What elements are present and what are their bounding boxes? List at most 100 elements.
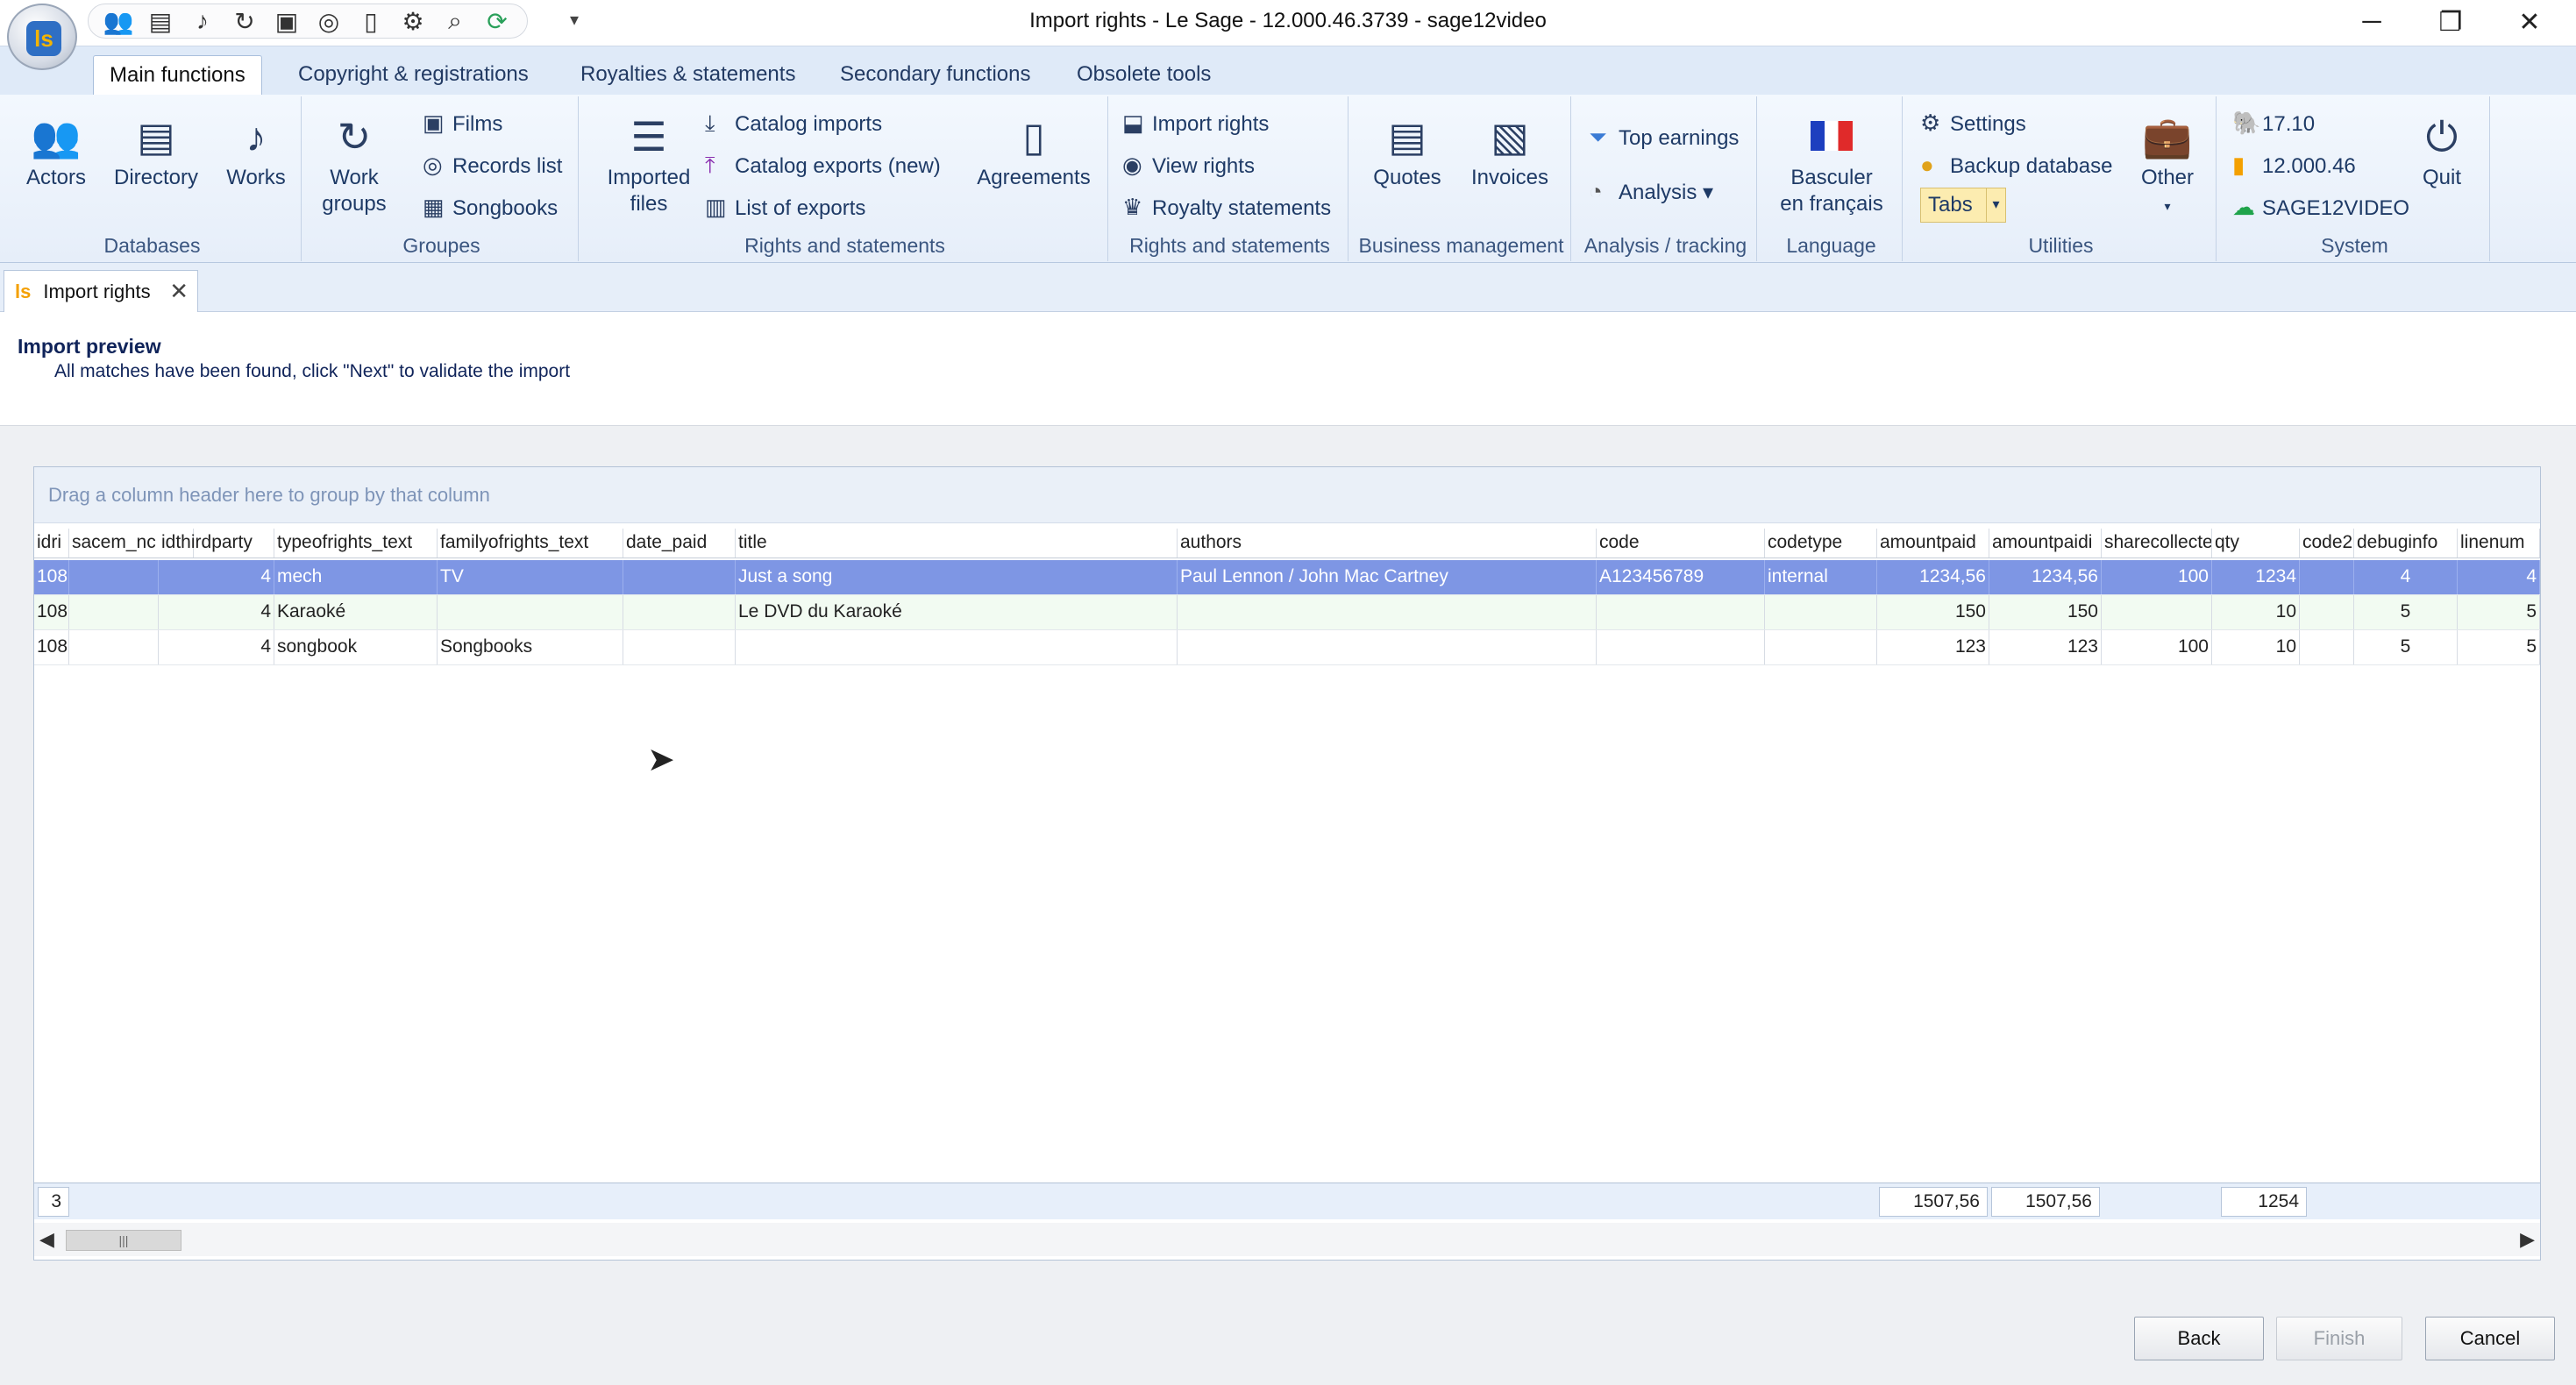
- group-business-management: ▤ Quotes ▧ Invoices Business management: [1352, 96, 1571, 261]
- settings-icon[interactable]: ⚙: [394, 5, 432, 37]
- tab-obsolete-tools[interactable]: Obsolete tools: [1061, 55, 1227, 96]
- column-header[interactable]: amountpaidi: [1989, 529, 2102, 558]
- back-button[interactable]: Back: [2134, 1317, 2264, 1360]
- app-version: ▮ 12.000.46: [2232, 147, 2356, 182]
- column-header[interactable]: title: [736, 529, 1178, 558]
- analysis-dropdown[interactable]: ◔ Analysis ▾: [1589, 174, 1713, 209]
- tab-import-rights[interactable]: ls Import rights ✕: [4, 270, 198, 312]
- top-earnings-button[interactable]: ⏷ Top earnings: [1589, 119, 1739, 154]
- crown-icon: ♛: [1122, 194, 1143, 220]
- group-by-panel[interactable]: Drag a column header here to group by th…: [34, 467, 2540, 523]
- tab-main-functions[interactable]: Main functions: [93, 55, 262, 96]
- table-cell: Le DVD du Karaoké: [736, 595, 1178, 629]
- scroll-left-icon[interactable]: ◀: [39, 1228, 54, 1251]
- content-area: Drag a column header here to group by th…: [0, 426, 2576, 1385]
- close-icon[interactable]: ✕: [169, 278, 189, 305]
- table-row[interactable]: 108 4 mech TV Just a song Paul Lennon / …: [34, 560, 2540, 595]
- column-header[interactable]: familyofrights_text: [438, 529, 623, 558]
- agreements-icon[interactable]: ▯: [352, 5, 390, 37]
- agreements-button[interactable]: ▯ Agreements: [968, 112, 1099, 191]
- title-bar: Import rights - Le Sage - 12.000.46.3739…: [0, 0, 2576, 46]
- films-button[interactable]: ▣ Films: [423, 105, 502, 140]
- column-header[interactable]: sharecollecte: [2102, 529, 2212, 558]
- chevron-down-icon: ▾: [1986, 188, 2005, 222]
- table-cell: 150: [1877, 595, 1989, 629]
- tab-secondary-functions[interactable]: Secondary functions: [824, 55, 1046, 96]
- column-header[interactable]: codetype: [1765, 529, 1877, 558]
- column-header[interactable]: linenum: [2458, 529, 2540, 558]
- funnel-icon: ⏷: [1589, 124, 1607, 150]
- catalog-exports-button[interactable]: ⤒ Catalog exports (new): [705, 147, 941, 182]
- actors-icon[interactable]: 👥: [99, 5, 138, 37]
- column-header[interactable]: authors: [1178, 529, 1597, 558]
- import-rights-button[interactable]: ⬓ Import rights: [1122, 105, 1269, 140]
- table-cell: 10: [2212, 595, 2300, 629]
- table-cell: 1234,56: [1877, 560, 1989, 594]
- table-cell: TV: [438, 560, 623, 594]
- view-rights-button[interactable]: ◉ View rights: [1122, 147, 1255, 182]
- works-icon: ♪: [246, 114, 267, 160]
- column-header[interactable]: code2: [2300, 529, 2354, 558]
- backup-database-button[interactable]: ● Backup database: [1920, 147, 2112, 182]
- group-rights-statements-2: ⬓ Import rights ◉ View rights ♛ Royalty sta…: [1112, 96, 1348, 261]
- table-cell: 123: [1877, 630, 1989, 664]
- french-flag-icon: [1761, 112, 1903, 161]
- works-icon[interactable]: ♪: [183, 5, 222, 37]
- works-button[interactable]: ♪ Works: [212, 112, 300, 191]
- tabs-dropdown[interactable]: Tabs ▾: [1920, 188, 2006, 223]
- total-amountpaidi: 1507,56: [1991, 1187, 2100, 1217]
- quotes-button[interactable]: ▤ Quotes: [1359, 112, 1455, 191]
- column-header[interactable]: typeofrights_text: [274, 529, 438, 558]
- group-language: Basculer en français Language: [1761, 96, 1903, 261]
- qat-customize-icon[interactable]: ▾: [570, 9, 579, 31]
- scroll-thumb[interactable]: |||: [66, 1230, 181, 1251]
- restore-button[interactable]: ❐: [2411, 0, 2490, 44]
- imported-files-button[interactable]: ☰ Imported files: [587, 112, 710, 217]
- search-icon[interactable]: ⌕: [436, 5, 474, 37]
- close-button[interactable]: ✕: [2490, 0, 2569, 44]
- column-header[interactable]: date_paid: [623, 529, 736, 558]
- records-list-button[interactable]: ◎ Records list: [423, 147, 562, 182]
- imported-files-icon: ☰: [630, 114, 667, 160]
- tab-royalties-statements[interactable]: Royalties & statements: [565, 55, 811, 96]
- refresh-icon[interactable]: ⟳: [478, 5, 516, 37]
- table-row[interactable]: 108 4 songbook Songbooks 123 123 100 10 …: [34, 630, 2540, 665]
- tab-copyright-registrations[interactable]: Copyright & registrations: [282, 55, 544, 96]
- column-header[interactable]: qty: [2212, 529, 2300, 558]
- quit-button[interactable]: ⏻ Quit: [2402, 112, 2481, 191]
- list-of-exports-button[interactable]: ▥ List of exports: [705, 189, 865, 224]
- app-menu-button[interactable]: ls: [7, 4, 77, 70]
- column-header[interactable]: idthirdparty: [159, 529, 274, 558]
- column-header[interactable]: idri: [34, 529, 69, 558]
- horizontal-scrollbar[interactable]: ◀ ||| ▶: [34, 1223, 2540, 1256]
- settings-button[interactable]: ⚙ Settings: [1920, 105, 2026, 140]
- royalty-statements-button[interactable]: ♛ Royalty statements: [1122, 189, 1331, 224]
- invoices-button[interactable]: ▧ Invoices: [1457, 112, 1562, 191]
- records-icon: ◎: [423, 152, 443, 178]
- basculer-francais-button[interactable]: Basculer en français: [1761, 112, 1903, 217]
- directory-button[interactable]: ▤ Directory: [107, 112, 205, 191]
- table-row[interactable]: 108 4 Karaoké Le DVD du Karaoké 150 150 …: [34, 595, 2540, 630]
- cloud-check-icon: ☁: [2232, 194, 2255, 220]
- group-analysis-tracking: ⏷ Top earnings ◔ Analysis ▾ Analysis / tra…: [1575, 96, 1757, 261]
- table-cell: [69, 560, 159, 594]
- minimize-button[interactable]: ─: [2332, 0, 2411, 44]
- work-groups-icon[interactable]: ↻: [225, 5, 264, 37]
- directory-icon[interactable]: ▤: [141, 5, 180, 37]
- other-button[interactable]: 💼 Other ▾: [2124, 112, 2211, 219]
- column-header[interactable]: debuginfo: [2354, 529, 2458, 558]
- app-logo-icon: ls: [15, 280, 32, 302]
- songbooks-button[interactable]: ▦ Songbooks: [423, 189, 558, 224]
- finish-button[interactable]: Finish: [2276, 1317, 2402, 1360]
- scroll-right-icon[interactable]: ▶: [2520, 1228, 2535, 1251]
- films-icon[interactable]: ▣: [267, 5, 306, 37]
- cancel-button[interactable]: Cancel: [2425, 1317, 2555, 1360]
- column-header[interactable]: amountpaid: [1877, 529, 1989, 558]
- column-header[interactable]: code: [1597, 529, 1765, 558]
- table-cell: 4: [159, 595, 274, 629]
- records-icon[interactable]: ◎: [310, 5, 348, 37]
- group-groupes: ↻ Work groups ▣ Films ◎ Records list ▦ Songbo…: [305, 96, 579, 261]
- work-groups-button[interactable]: ↻ Work groups: [310, 112, 398, 217]
- actors-button[interactable]: 👥 Actors: [12, 112, 100, 191]
- catalog-imports-button[interactable]: ⤓ Catalog imports: [705, 105, 882, 140]
